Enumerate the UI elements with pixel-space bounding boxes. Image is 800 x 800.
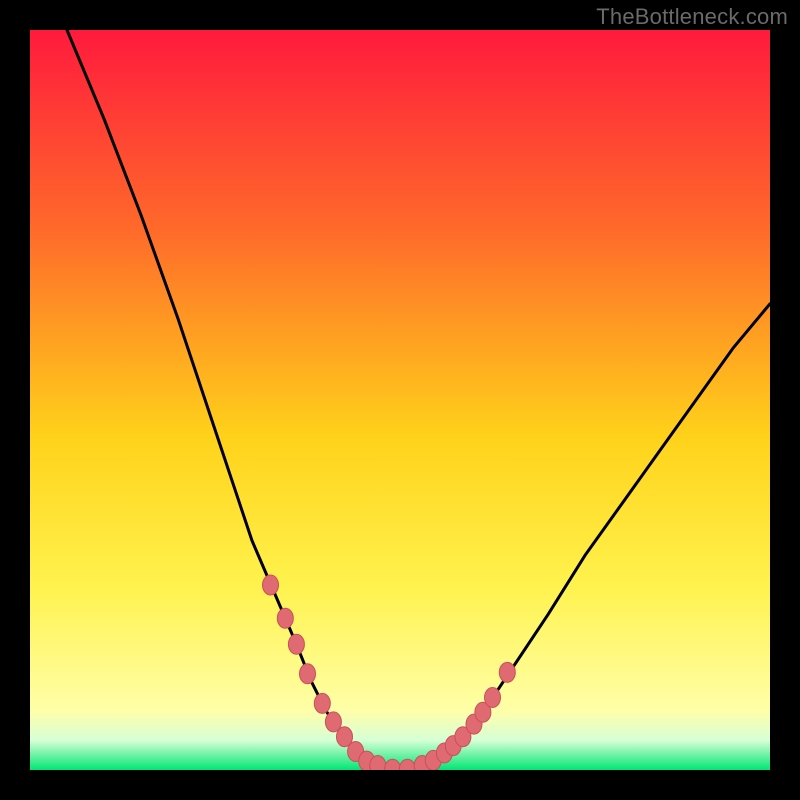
marker-point [277,608,293,628]
gradient-background [30,30,770,770]
marker-point [314,693,330,713]
watermark-label: TheBottleneck.com [596,4,788,30]
marker-point [499,662,515,682]
marker-point [370,756,386,770]
plot-area [30,30,770,770]
marker-point [263,575,279,595]
marker-point [300,664,316,684]
chart-frame: TheBottleneck.com [0,0,800,800]
marker-point [485,687,501,707]
marker-point [288,634,304,654]
chart-svg [30,30,770,770]
